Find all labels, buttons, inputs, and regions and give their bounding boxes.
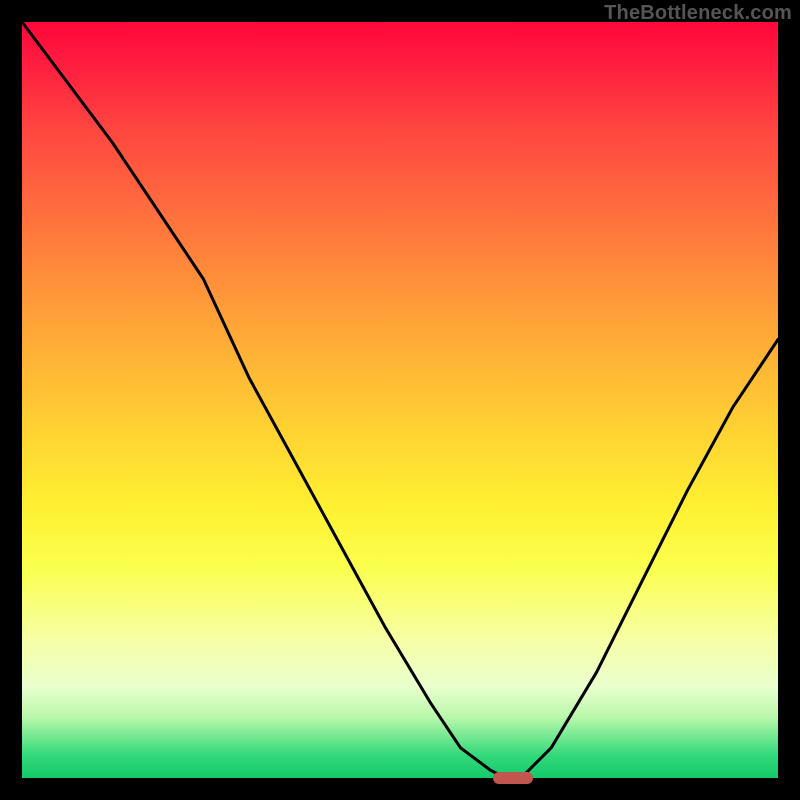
curve-svg — [22, 22, 778, 778]
chart-frame: TheBottleneck.com — [0, 0, 800, 800]
optimal-marker — [493, 772, 533, 784]
plot-area — [22, 22, 778, 778]
bottleneck-curve — [22, 22, 778, 778]
